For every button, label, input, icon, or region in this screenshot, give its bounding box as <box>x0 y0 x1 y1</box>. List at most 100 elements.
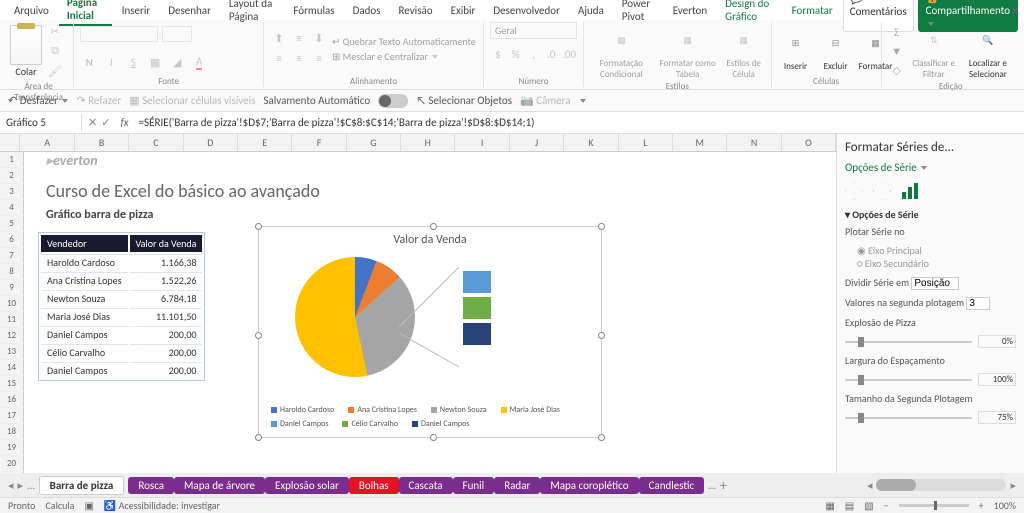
col-header[interactable]: L <box>619 134 673 151</box>
tab-developer[interactable]: Desenvolvedor <box>485 2 568 19</box>
pie-chart[interactable] <box>295 257 415 377</box>
merge-center-button[interactable]: ⊞ Mesclar e Centralizar <box>332 50 476 63</box>
row-header[interactable]: 17 <box>0 408 24 424</box>
wrap-text-button[interactable]: ↵ Quebrar Texto Automaticamente <box>332 35 476 48</box>
second-size-slider[interactable]: 75% <box>845 411 1016 424</box>
fx-icon[interactable]: fx <box>116 116 132 129</box>
percent-icon[interactable]: % <box>508 45 524 63</box>
bold-icon[interactable]: N <box>80 53 98 71</box>
sheet-tab[interactable]: Explosão solar <box>265 477 349 494</box>
hscroll-right[interactable]: ▸ <box>1010 479 1016 492</box>
autosave-toggle[interactable] <box>378 94 408 108</box>
second-plot-count[interactable] <box>966 297 990 310</box>
copy-icon[interactable]: ⧉ <box>46 42 64 60</box>
legend-item[interactable]: Newton Souza <box>431 405 487 415</box>
row-header[interactable]: 12 <box>0 328 24 344</box>
sheet-tab[interactable]: Funil <box>453 477 495 494</box>
align-center-icon[interactable]: ≡ <box>290 50 308 68</box>
row-header[interactable]: 11 <box>0 312 24 328</box>
legend-item[interactable]: Haroldo Cardoso <box>271 405 334 415</box>
secondary-bar-plot[interactable] <box>463 271 491 349</box>
select-visible-button[interactable]: ▦ Selecionar células visíveis <box>129 94 255 107</box>
format-painter-icon[interactable]: 🖌 <box>46 62 64 80</box>
worksheet[interactable]: ABCDEFGHIJKLMNO 123456789101112131415161… <box>0 134 836 488</box>
sheet-tab[interactable]: Radar <box>494 477 540 494</box>
row-header[interactable]: 6 <box>0 232 24 248</box>
pane-options-icon[interactable]: ⌵ <box>995 4 1004 18</box>
row-header[interactable]: 3 <box>0 184 24 200</box>
section-header[interactable]: ▾ Opções de Série <box>845 208 1016 221</box>
zoom-in-icon[interactable]: + <box>979 499 984 512</box>
table-row[interactable]: Haroldo Cardoso1.166,38 <box>41 254 202 270</box>
legend-item[interactable]: Ana Cristina Lopes <box>348 405 417 415</box>
row-header[interactable]: 1 <box>0 152 24 168</box>
tab-help[interactable]: Ajuda <box>570 2 612 19</box>
tab-draw[interactable]: Desenhar <box>160 2 219 19</box>
decrease-decimal-icon[interactable]: .00 <box>561 45 577 63</box>
clear-icon[interactable]: ◇ <box>888 61 906 79</box>
select-all-corner[interactable] <box>0 134 20 151</box>
chart-title[interactable]: Valor da Venda <box>259 233 601 247</box>
paste-button[interactable]: Colar <box>10 65 42 78</box>
close-pane-icon[interactable]: ✕ <box>1010 4 1020 19</box>
col-header[interactable]: E <box>238 134 292 151</box>
fill-color-icon[interactable]: ◢ <box>168 53 186 71</box>
format-table-icon[interactable]: ▦ <box>670 22 706 58</box>
underline-icon[interactable]: S <box>124 53 142 71</box>
sort-filter-icon[interactable]: ⇅ <box>916 22 952 58</box>
undo-button[interactable]: ↶ Desfazer <box>8 94 68 107</box>
enter-formula-icon[interactable]: ✓ <box>101 116 110 129</box>
delete-cells-icon[interactable]: ⊟ <box>818 25 854 61</box>
tab-format[interactable]: Formatar <box>784 2 841 19</box>
sheet-tab[interactable]: Mapa coroplético <box>540 477 638 494</box>
row-header[interactable]: 4 <box>0 200 24 216</box>
fill-icon[interactable]: ▼ <box>888 42 906 60</box>
align-right-icon[interactable]: ≡ <box>310 50 328 68</box>
chart-object[interactable]: Valor da Venda Haroldo Cardoso Ana Cristi… <box>258 226 602 438</box>
fill-tab-icon[interactable] <box>845 182 863 200</box>
zoom-value[interactable]: 100% <box>994 499 1016 512</box>
split-by-select[interactable] <box>911 277 959 290</box>
row-header[interactable]: 10 <box>0 296 24 312</box>
tab-overflow-right[interactable]: … <box>708 479 716 492</box>
second-size-value[interactable]: 75% <box>978 411 1016 424</box>
view-pagelayout-icon[interactable]: ▤ <box>845 499 854 512</box>
tab-insert[interactable]: Inserir <box>114 2 159 19</box>
row-header[interactable]: 19 <box>0 440 24 456</box>
col-header[interactable]: H <box>401 134 455 151</box>
legend-item[interactable]: Célio Carvalho <box>342 419 398 429</box>
view-normal-icon[interactable]: ▦ <box>825 499 834 512</box>
pane-subtitle[interactable]: Opções de Série <box>845 161 1016 174</box>
row-header[interactable]: 13 <box>0 344 24 360</box>
redo-button[interactable]: ↷ Refazer <box>76 94 121 107</box>
table-row[interactable]: Ana Cristina Lopes1.522,26 <box>41 272 202 288</box>
chart-legend[interactable]: Haroldo Cardoso Ana Cristina Lopes Newton … <box>271 405 589 429</box>
table-row[interactable]: Maria José Dias11.101,50 <box>41 308 202 324</box>
table-row[interactable]: Daniel Campos200,00 <box>41 326 202 342</box>
col-header[interactable]: F <box>292 134 346 151</box>
chevron-down-icon[interactable] <box>580 99 586 103</box>
tab-nav-next[interactable]: ▸ <box>18 479 24 492</box>
row-header[interactable]: 7 <box>0 248 24 264</box>
tab-data[interactable]: Dados <box>345 2 389 19</box>
align-bottom-icon[interactable]: ⬇ <box>310 30 328 48</box>
font-size-select[interactable] <box>162 26 192 42</box>
align-middle-icon[interactable]: ≡ <box>290 30 308 48</box>
tab-formulas[interactable]: Fórmulas <box>285 2 342 19</box>
row-header[interactable]: 20 <box>0 456 24 472</box>
italic-icon[interactable]: I <box>102 53 120 71</box>
tab-file[interactable]: Arquivo <box>6 2 57 19</box>
legend-item[interactable]: Maria José Dias <box>501 405 560 415</box>
explosion-value[interactable]: 0% <box>978 335 1016 348</box>
font-color-icon[interactable]: A <box>190 53 208 71</box>
tab-overflow[interactable]: … <box>27 479 35 492</box>
currency-icon[interactable]: $ <box>490 45 506 63</box>
data-table[interactable]: VendedorValor da Venda Haroldo Cardoso1.… <box>38 232 205 381</box>
row-header[interactable]: 18 <box>0 424 24 440</box>
cancel-formula-icon[interactable]: ✕ <box>88 116 97 129</box>
zoom-out-icon[interactable]: − <box>884 499 889 512</box>
series-tab-icon[interactable] <box>901 182 919 200</box>
table-row[interactable]: Célio Carvalho200,00 <box>41 344 202 360</box>
paste-icon[interactable] <box>10 25 42 65</box>
conditional-format-icon[interactable]: ▦ <box>603 22 639 58</box>
